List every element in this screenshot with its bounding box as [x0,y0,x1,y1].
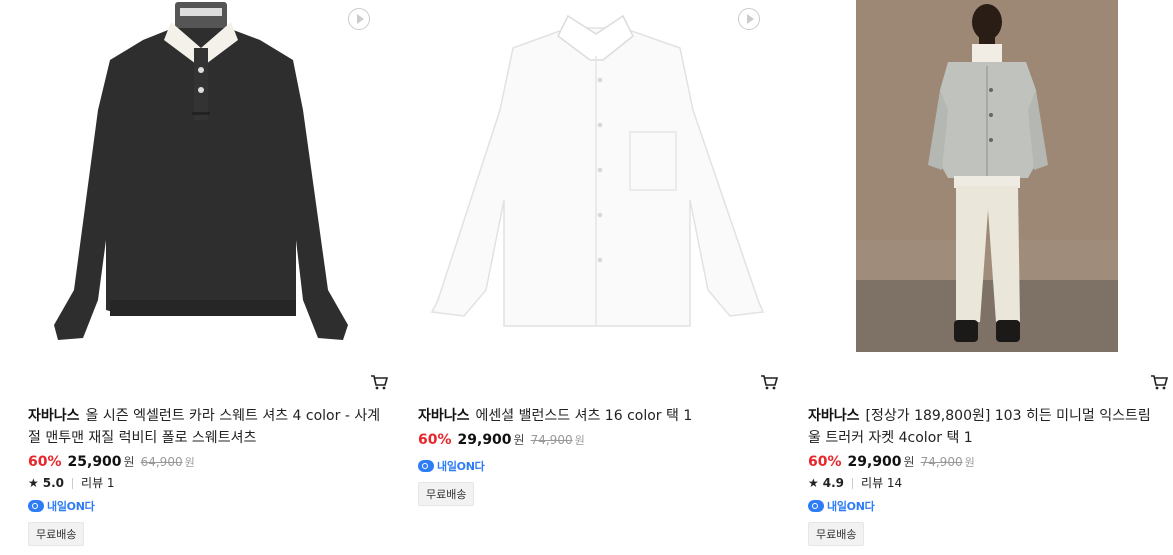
review-count: 리뷰 1 [81,476,115,490]
brand-name[interactable]: 자바나스 [418,408,470,424]
product-card[interactable]: 자바나스 올 시즌 엑셀런트 카라 스웨트 셔츠 4 color - 사계절 맨투… [28,0,388,546]
delivery-badge-label: 내일ON다 [437,460,485,473]
product-info: 자바나스 올 시즌 엑셀런트 카라 스웨트 셔츠 4 color - 사계절 맨투… [28,405,388,546]
original-currency-label: 원 [964,456,975,469]
free-shipping-tag: 무료배송 [808,522,865,546]
product-card[interactable]: 자바나스 에센셜 밸런스드 셔츠 16 color 택 1 60% 29,900 … [418,0,778,506]
star-icon: ★ [808,476,819,490]
delivery-badge-label: 내일ON다 [827,500,875,513]
product-image[interactable] [808,0,1168,356]
free-shipping-tag: 무료배송 [418,482,475,506]
rating-row: ★ 4.9 리뷰 14 [808,474,1168,492]
delivery-icon [808,500,824,512]
delivery-icon [418,460,434,472]
play-icon[interactable] [738,8,760,30]
cart-icon[interactable] [1150,373,1168,391]
product-title-line[interactable]: 자바나스 [정상가 189,800원] 103 히든 미니멀 익스트림 울 트러커… [808,405,1168,449]
discount-rate: 60% [808,454,842,470]
product-title[interactable]: 올 시즌 엑셀런트 카라 스웨트 셔츠 4 color - 사계절 맨투맨 재질… [28,408,380,446]
product-info: 자바나스 에센셜 밸런스드 셔츠 16 color 택 1 60% 29,900 … [418,405,778,506]
star-icon: ★ [28,476,39,490]
delivery-badge: 내일ON다 [808,498,1168,514]
jacket-model-image [856,0,1118,352]
original-currency-label: 원 [574,434,585,447]
product-info: 자바나스 [정상가 189,800원] 103 히든 미니멀 익스트림 울 트러커… [808,405,1168,546]
currency-label: 원 [513,433,525,447]
price-row: 60% 29,900 원 74,900 원 [808,451,1168,474]
brand-name[interactable]: 자바나스 [28,408,80,424]
rating-value: 5.0 [42,476,65,490]
delivery-badge-label: 내일ON다 [47,500,95,513]
sweatshirt-image [54,2,348,340]
rating-row: ★ 5.0 리뷰 1 [28,474,388,492]
product-title[interactable]: 에센셜 밸런스드 셔츠 16 color 택 1 [476,408,693,424]
currency-label: 원 [123,455,135,469]
original-currency-label: 원 [184,456,195,469]
review-count: 리뷰 14 [861,476,903,490]
product-card[interactable]: 자바나스 [정상가 189,800원] 103 히든 미니멀 익스트림 울 트러커… [808,0,1168,546]
sale-price: 29,900 [457,432,512,448]
brand-name[interactable]: 자바나스 [808,408,860,424]
discount-rate: 60% [418,432,452,448]
delivery-badge: 내일ON다 [28,498,388,514]
currency-label: 원 [903,455,915,469]
original-price: 64,900 [140,455,183,469]
free-shipping-tag: 무료배송 [28,522,85,546]
delivery-badge: 내일ON다 [418,458,778,474]
divider [72,477,74,489]
shirt-image [430,14,765,327]
product-title-line[interactable]: 자바나스 에센셜 밸런스드 셔츠 16 color 택 1 [418,405,778,427]
delivery-icon [28,500,44,512]
sale-price: 25,900 [67,454,122,470]
rating-value: 4.9 [822,476,845,490]
original-price: 74,900 [530,433,573,447]
price-row: 60% 29,900 원 74,900 원 [418,429,778,452]
sale-price: 29,900 [847,454,902,470]
cart-icon[interactable] [370,373,388,391]
discount-rate: 60% [28,454,62,470]
product-grid: 자바나스 올 시즌 엑셀런트 카라 스웨트 셔츠 4 color - 사계절 맨투… [0,0,1173,555]
product-title-line[interactable]: 자바나스 올 시즌 엑셀런트 카라 스웨트 셔츠 4 color - 사계절 맨투… [28,405,388,449]
cart-icon[interactable] [760,373,778,391]
product-image[interactable] [418,0,778,356]
original-price: 74,900 [920,455,963,469]
play-icon[interactable] [348,8,370,30]
price-row: 60% 25,900 원 64,900 원 [28,451,388,474]
product-image[interactable] [28,0,388,356]
divider [852,477,854,489]
